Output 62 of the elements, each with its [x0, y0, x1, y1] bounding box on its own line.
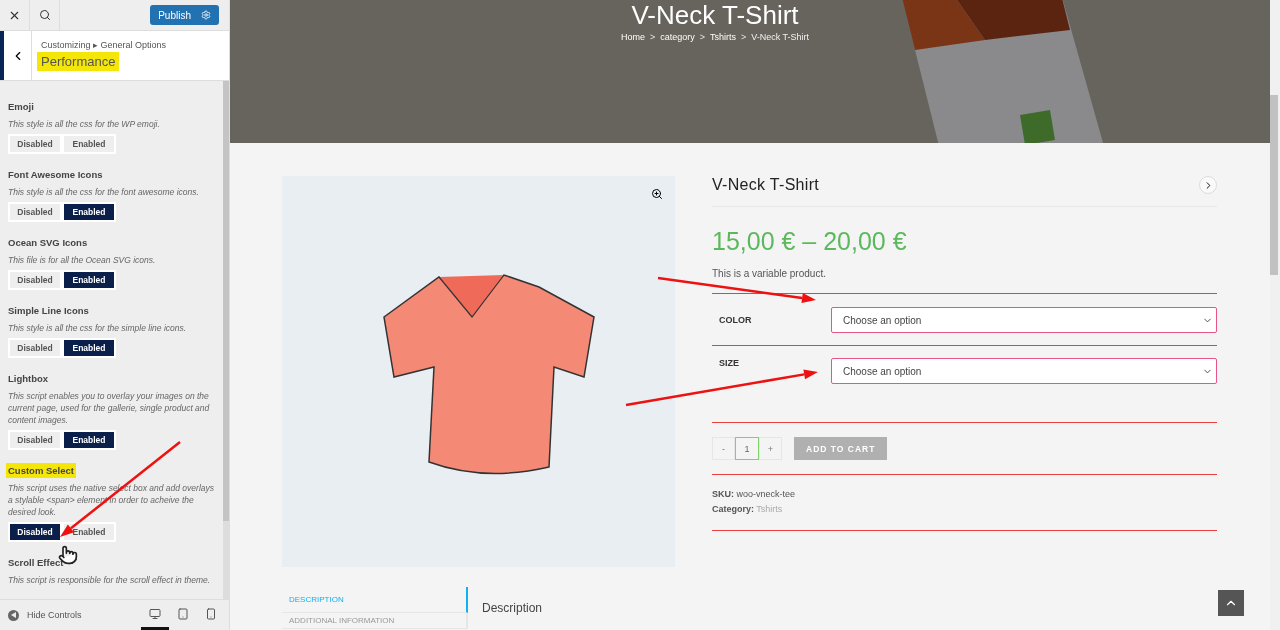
panel-title: Description: [482, 601, 543, 617]
phone-icon: [205, 607, 217, 620]
breadcrumb-separator: >: [699, 32, 705, 42]
option-description: This style is all the css for the WP emoji.: [8, 118, 161, 130]
breadcrumb-current: V-Neck T-Shirt: [751, 32, 810, 42]
product-title: V-Neck T-Shirt: [712, 176, 820, 194]
decrease-button[interactable]: -: [712, 437, 735, 460]
collapse-icon: [8, 609, 19, 621]
option-title: Lightbox: [7, 372, 50, 386]
zoom-icon[interactable]: [651, 188, 663, 200]
toggle-button[interactable]: Disabled: [8, 202, 62, 222]
settings-icon[interactable]: [201, 10, 211, 20]
toggle-button[interactable]: Enabled: [62, 202, 116, 222]
product-meta: SKU: woo-vneck-tee: [712, 489, 797, 499]
option-title: Font Awesome Icons: [7, 168, 104, 182]
option-title: Simple Line Icons: [7, 304, 90, 318]
short-description: This is a variable product.: [712, 268, 1217, 294]
toggle-button[interactable]: Disabled: [8, 430, 62, 450]
back-to-top-button[interactable]: [1218, 590, 1244, 616]
scrollbar[interactable]: [223, 81, 229, 599]
option-description: This script enables you to overlay your images on the current page, used for the gallerie, single product and content images.: [8, 390, 211, 426]
page-title: V-Neck T-Shirt: [631, 2, 799, 28]
desktop-icon: [149, 607, 161, 620]
back-button[interactable]: [0, 31, 32, 80]
section-title: Performance: [37, 52, 120, 71]
increase-button[interactable]: +: [759, 437, 782, 460]
breadcrumb: Customizing ▸ General Options: [40, 40, 167, 50]
breadcrumb-link[interactable]: Home: [620, 32, 645, 42]
option-select[interactable]: Choose an option: [831, 307, 1217, 333]
product-meta: Category: Tshirts: [712, 504, 784, 514]
option-description: This style is all the css for the simple line icons.: [8, 322, 188, 334]
option-description: This file is for all the Ocean SVG icons.: [8, 254, 157, 266]
attribute-label: SIZE: [718, 358, 740, 368]
toggle-button[interactable]: Enabled: [62, 522, 116, 542]
breadcrumb-link[interactable]: category: [660, 32, 695, 42]
breadcrumb-link[interactable]: Tshirts: [709, 32, 736, 42]
option-description: This script is responsible for the scroll effect in theme.: [8, 574, 212, 586]
toggle-button[interactable]: Disabled: [8, 134, 62, 154]
page-scrollbar[interactable]: [1270, 0, 1280, 630]
toggle-button[interactable]: Enabled: [62, 270, 116, 290]
toggle-button[interactable]: Disabled: [8, 270, 62, 290]
quantity-field[interactable]: 1: [735, 437, 759, 460]
breadcrumb-separator: >: [741, 32, 747, 42]
option-title: Emoji: [7, 100, 35, 114]
toggle-button[interactable]: Enabled: [62, 134, 116, 154]
tablet-icon: [177, 607, 189, 620]
publish-button[interactable]: Publish: [150, 5, 219, 25]
price: 15,00 € – 20,00 €: [712, 227, 908, 256]
next-product-button[interactable]: [1199, 176, 1217, 194]
toggle-button[interactable]: Enabled: [62, 338, 116, 358]
option-select[interactable]: Choose an option: [831, 358, 1217, 384]
search-icon: [38, 9, 51, 21]
option-title: Ocean SVG Icons: [7, 236, 89, 250]
option-title: Scroll Effect: [7, 556, 65, 570]
attribute-label: COLOR: [718, 315, 753, 325]
breadcrumb-separator: >: [649, 32, 656, 42]
option-title: Custom Select: [6, 463, 76, 478]
toggle-button[interactable]: Disabled: [8, 522, 62, 542]
hide-controls-button[interactable]: Hide Controls: [8, 609, 82, 621]
toggle-button[interactable]: Disabled: [8, 338, 62, 358]
toggle-button[interactable]: Enabled: [62, 430, 116, 450]
option-description: This style is all the css for the font awesome icons.: [8, 186, 200, 198]
